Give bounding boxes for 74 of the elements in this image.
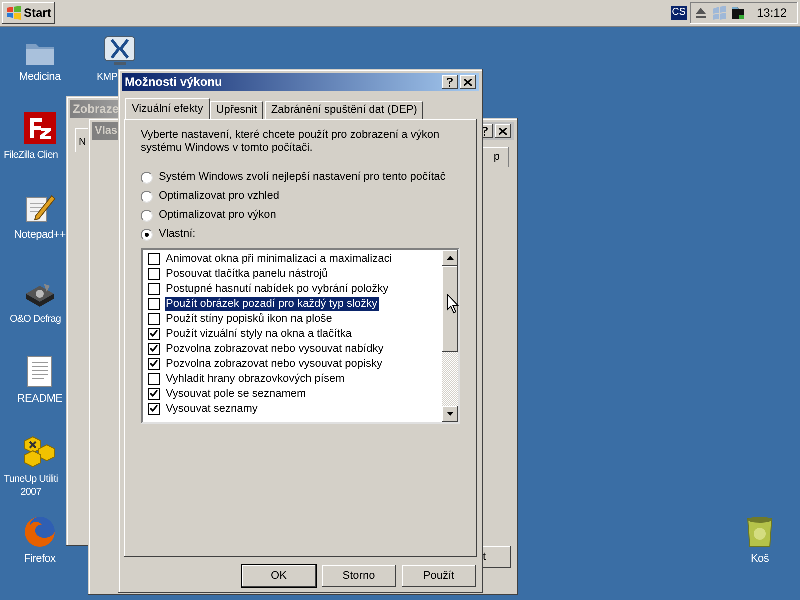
clock[interactable]: 13:12 <box>756 4 787 22</box>
tab-label[interactable]: p <box>494 149 500 166</box>
radio-icon[interactable] <box>141 210 153 222</box>
radio-icon[interactable] <box>141 228 153 240</box>
desktop-icon-label[interactable]: KMP <box>97 71 118 84</box>
start-button[interactable]: Start <box>2 2 56 24</box>
checkbox[interactable] <box>148 342 160 354</box>
checkbox[interactable] <box>148 268 160 280</box>
list-item[interactable]: Pozvolna zobrazovat nebo vysouvat nabídky <box>165 342 385 356</box>
radio-option[interactable]: Optimalizovat pro výkon <box>141 209 460 222</box>
help-icon <box>447 78 453 86</box>
scroll-up-icon[interactable] <box>446 256 454 260</box>
button-label[interactable]: t <box>482 548 486 566</box>
media-player-icon <box>104 36 136 66</box>
close-button[interactable] <box>495 124 511 138</box>
checkbox[interactable] <box>148 388 160 400</box>
desktop-icon-label[interactable]: Notepad++ <box>14 229 66 242</box>
checkbox[interactable] <box>148 298 160 310</box>
checkbox[interactable] <box>148 252 160 264</box>
list-item[interactable]: Postupné hasnutí nabídek po vybrání položky <box>165 282 390 296</box>
checkbox[interactable] <box>148 282 160 294</box>
list-item[interactable]: Posouvat tlačítka panelu nástrojů <box>165 266 330 280</box>
window-title: Vlas <box>95 124 118 139</box>
list-item[interactable]: Vysouvat seznamy <box>165 402 259 416</box>
window-title: Zobraze <box>73 101 120 118</box>
tab[interactable]: Vizuální efekty <box>125 98 210 119</box>
tab-label[interactable]: N <box>79 137 86 148</box>
desktop-icon-label[interactable]: README <box>17 393 63 406</box>
desktop-icon-label[interactable]: Firefox <box>24 553 56 566</box>
close-icon <box>499 128 507 134</box>
list-item[interactable]: Pozvolna zobrazovat nebo vysouvat popisky <box>165 356 384 370</box>
terminal-icon[interactable] <box>730 6 745 20</box>
close-icon <box>464 78 472 86</box>
firefox-icon <box>24 516 56 548</box>
list-item[interactable]: Vysouvat pole se seznamem <box>165 386 308 400</box>
radio-icon[interactable] <box>141 190 153 202</box>
desktop-icon-label[interactable]: O&O Defrag <box>10 313 62 326</box>
tab[interactable]: Zabránění spuštění dat (DEP) <box>265 101 424 119</box>
checkbox[interactable] <box>148 328 160 340</box>
tuneup-icon <box>23 436 57 468</box>
window-title: Možnosti výkonu <box>125 74 222 91</box>
list-item[interactable]: Použít obrázek pozadí pro každý typ složky <box>165 296 379 310</box>
tray-badge[interactable]: CS <box>671 6 687 20</box>
scrollbar[interactable] <box>442 250 458 422</box>
desktop-icon-label[interactable]: Koš <box>750 553 770 566</box>
help-icon <box>482 126 488 136</box>
list-item[interactable]: Použít vizuální styly na okna a tlačítka <box>165 326 353 340</box>
dialog-button[interactable]: Storno <box>322 565 396 587</box>
list-item[interactable]: Použít stíny popisků ikon na ploše <box>165 312 334 326</box>
desktop-icon-label[interactable]: FileZilla Clien <box>4 149 58 162</box>
filezilla-icon <box>24 112 56 144</box>
desktop-icon-label[interactable]: TuneUp Utiliti 2007 <box>4 473 58 499</box>
checkbox[interactable] <box>148 312 160 324</box>
checkbox[interactable] <box>148 372 160 384</box>
help-button[interactable] <box>442 75 458 89</box>
description: Vyberte nastavení, které chcete použít pro zobrazení a výkon systému Windows v tomto počítači. <box>141 129 441 155</box>
document-icon <box>27 356 53 388</box>
windows-logo-icon <box>6 6 22 20</box>
tab[interactable]: Upřesnit <box>210 101 264 119</box>
desktop-icon-label[interactable]: Medicina <box>19 71 61 84</box>
eject-icon[interactable] <box>694 7 707 19</box>
close-button[interactable] <box>460 75 476 89</box>
recycle-bin-icon <box>745 516 775 548</box>
dialog-button[interactable]: OK <box>242 565 316 587</box>
scroll-down-icon[interactable] <box>446 412 454 416</box>
dialog-button[interactable]: Použít <box>402 565 476 587</box>
radio-option[interactable]: Systém Windows zvolí nejlepší nastavení pro tento počítač <box>141 171 460 184</box>
radio-option[interactable]: Optimalizovat pro vzhled <box>141 190 460 203</box>
checkbox[interactable] <box>148 402 160 414</box>
list-item[interactable]: Vyhladit hrany obrazovkových písem <box>165 372 346 386</box>
radio-icon[interactable] <box>141 172 153 184</box>
checkbox[interactable] <box>148 358 160 370</box>
radio-option[interactable]: Vlastní: <box>141 228 460 241</box>
list-item[interactable]: Animovat okna při minimalizaci a maximalizaci <box>165 252 394 266</box>
